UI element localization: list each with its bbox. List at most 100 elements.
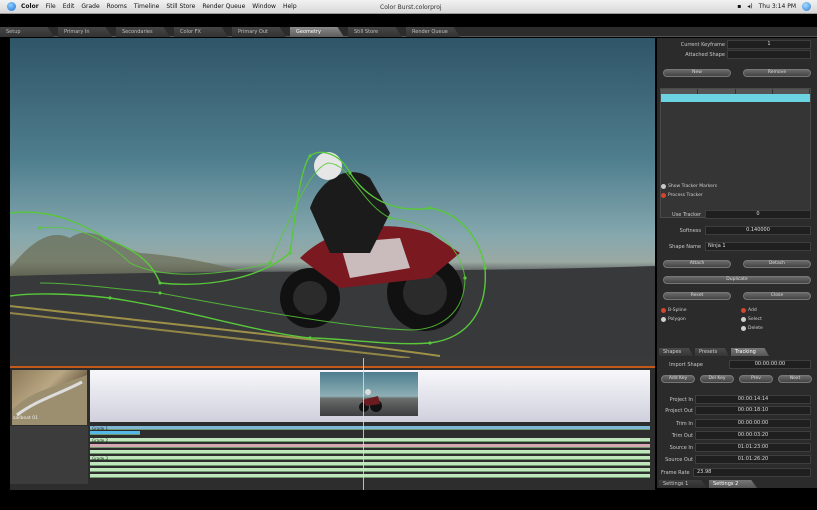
track-row[interactable] bbox=[90, 450, 650, 454]
checkbox-icon bbox=[661, 184, 666, 189]
tab-primary-out[interactable]: Primary Out bbox=[232, 27, 286, 37]
preview-viewer[interactable] bbox=[10, 38, 655, 358]
trim-out-field[interactable]: 00:00:03:20 bbox=[695, 431, 811, 440]
process-tracker-label: Process Tracker bbox=[668, 193, 703, 198]
track-label: Grade 1 bbox=[92, 426, 109, 431]
tab-still-store[interactable]: Still Store bbox=[348, 27, 402, 37]
select-label: Select bbox=[748, 317, 762, 322]
del-key-button[interactable]: Del Key bbox=[700, 375, 734, 383]
polygon-radio[interactable]: Polygon bbox=[661, 317, 686, 322]
new-tracker-button[interactable]: New bbox=[663, 69, 731, 77]
menu-window[interactable]: Window bbox=[252, 3, 276, 10]
polygon-label: Polygon bbox=[668, 317, 686, 322]
current-keyframe-label: Current Keyframe bbox=[680, 42, 725, 48]
menu-help[interactable]: Help bbox=[283, 3, 297, 10]
screen-icon[interactable]: ▪ bbox=[737, 3, 741, 10]
spotlight-icon[interactable] bbox=[802, 2, 811, 11]
shot-track[interactable] bbox=[90, 370, 650, 422]
duplicate-button[interactable]: Duplicate bbox=[663, 276, 811, 284]
use-tracker-field[interactable]: 0 bbox=[705, 210, 811, 219]
track-row[interactable] bbox=[90, 438, 650, 442]
source-in-field[interactable]: 01:01:23:00 bbox=[695, 443, 811, 452]
tracker-list-selected-row[interactable] bbox=[661, 94, 810, 102]
tab-secondaries[interactable]: Secondaries bbox=[116, 27, 170, 37]
close-shape-button[interactable]: Close bbox=[743, 292, 811, 300]
import-shape-field[interactable]: 00:00:00:00 bbox=[729, 360, 811, 369]
radio-icon bbox=[661, 308, 666, 313]
project-out-field[interactable]: 00:00:18:10 bbox=[695, 406, 811, 415]
clip-thumbnail[interactable] bbox=[320, 372, 418, 416]
add-key-button[interactable]: Add Key bbox=[661, 375, 695, 383]
source-out-field[interactable]: 01:01:26:20 bbox=[695, 455, 811, 464]
softness-field[interactable]: 0.140000 bbox=[705, 226, 811, 235]
show-markers-checkbox[interactable]: Show Tracker Markers bbox=[661, 184, 717, 189]
show-markers-label: Show Tracker Markers bbox=[668, 184, 718, 189]
import-shape-label: Import Shape bbox=[669, 362, 703, 368]
track-row[interactable] bbox=[90, 456, 650, 460]
tab-tracking[interactable]: Tracking bbox=[731, 348, 769, 356]
room-tabs: Setup Primary In Secondaries Color FX Pr… bbox=[0, 27, 817, 37]
track-row[interactable] bbox=[90, 474, 650, 478]
tab-setup[interactable]: Setup bbox=[0, 27, 54, 37]
tab-geometry[interactable]: Geometry bbox=[290, 27, 344, 37]
attach-button[interactable]: Attach bbox=[663, 260, 731, 268]
prev-key-button[interactable]: Prev bbox=[739, 375, 773, 383]
playhead[interactable] bbox=[363, 358, 364, 490]
bspline-radio[interactable]: B-Spline bbox=[661, 308, 687, 313]
shape-name-field[interactable]: Ninja 1 bbox=[705, 242, 811, 251]
project-in-field[interactable]: 00:00:14:14 bbox=[695, 395, 811, 404]
track-row[interactable] bbox=[90, 431, 140, 435]
menu-still-store[interactable]: Still Store bbox=[166, 3, 195, 10]
trim-in-field[interactable]: 00:00:00:00 bbox=[695, 419, 811, 428]
checkbox-icon bbox=[661, 193, 666, 198]
frame-rate-select[interactable]: 23.98 bbox=[693, 468, 811, 477]
viewer-image bbox=[10, 151, 655, 358]
track-label: Grade 2 bbox=[92, 438, 109, 443]
track-header bbox=[10, 426, 88, 484]
apple-icon[interactable] bbox=[7, 2, 16, 11]
tab-color-fx[interactable]: Color FX bbox=[174, 27, 228, 37]
menu-timeline[interactable]: Timeline bbox=[134, 3, 160, 10]
bspline-label: B-Spline bbox=[668, 308, 687, 313]
remove-tracker-button[interactable]: Remove bbox=[743, 69, 811, 77]
add-radio[interactable]: Add bbox=[741, 308, 757, 313]
track-row[interactable] bbox=[90, 426, 650, 430]
attached-shape-field[interactable] bbox=[727, 50, 811, 59]
tab-primary-in[interactable]: Primary In bbox=[58, 27, 112, 37]
process-tracker-checkbox[interactable]: Process Tracker bbox=[661, 193, 703, 198]
field-label: Trim Out bbox=[671, 433, 693, 439]
field-label: Trim In bbox=[676, 421, 693, 427]
radio-icon bbox=[741, 317, 746, 322]
delete-radio[interactable]: Delete bbox=[741, 326, 763, 331]
field-label: Source In bbox=[669, 445, 693, 451]
menu-grade[interactable]: Grade bbox=[81, 3, 99, 10]
radio-icon bbox=[741, 326, 746, 331]
volume-icon[interactable]: ◂) bbox=[747, 3, 752, 10]
menu-rooms[interactable]: Rooms bbox=[107, 3, 127, 10]
frame-rate-label: Frame Rate bbox=[661, 470, 690, 476]
menu-render-queue[interactable]: Render Queue bbox=[202, 3, 245, 10]
tab-shapes[interactable]: Shapes bbox=[659, 348, 693, 356]
grade-tracks[interactable]: Grade 1 Grade 2 Grade 3 bbox=[10, 426, 655, 484]
track-row[interactable] bbox=[90, 462, 650, 466]
next-key-button[interactable]: Next bbox=[778, 375, 812, 383]
select-radio[interactable]: Select bbox=[741, 317, 762, 322]
current-keyframe-field[interactable]: 1 bbox=[727, 40, 811, 49]
menu-app-color[interactable]: Color bbox=[21, 3, 39, 10]
tab-settings-1[interactable]: Settings 1 bbox=[659, 480, 707, 488]
track-row[interactable] bbox=[90, 468, 650, 472]
tab-render-queue[interactable]: Render Queue bbox=[406, 27, 460, 37]
timeline[interactable]: sailboat 01 Grade 1 Grade 2 Grade 3 bbox=[10, 358, 655, 490]
track-row[interactable] bbox=[90, 444, 650, 448]
field-label: Project In bbox=[669, 397, 693, 403]
tab-presets[interactable]: Presets bbox=[695, 348, 729, 356]
menubar-clock[interactable]: Thu 3:14 PM bbox=[759, 3, 796, 10]
reset-button[interactable]: Reset bbox=[663, 292, 731, 300]
detach-button[interactable]: Detach bbox=[743, 260, 811, 268]
shape-name-label: Shape Name bbox=[669, 244, 701, 250]
tab-settings-2[interactable]: Settings 2 bbox=[709, 480, 757, 488]
tracker-list[interactable] bbox=[660, 88, 811, 218]
menu-edit[interactable]: Edit bbox=[63, 3, 75, 10]
timeline-ruler[interactable] bbox=[10, 358, 655, 368]
menu-file[interactable]: File bbox=[46, 3, 56, 10]
